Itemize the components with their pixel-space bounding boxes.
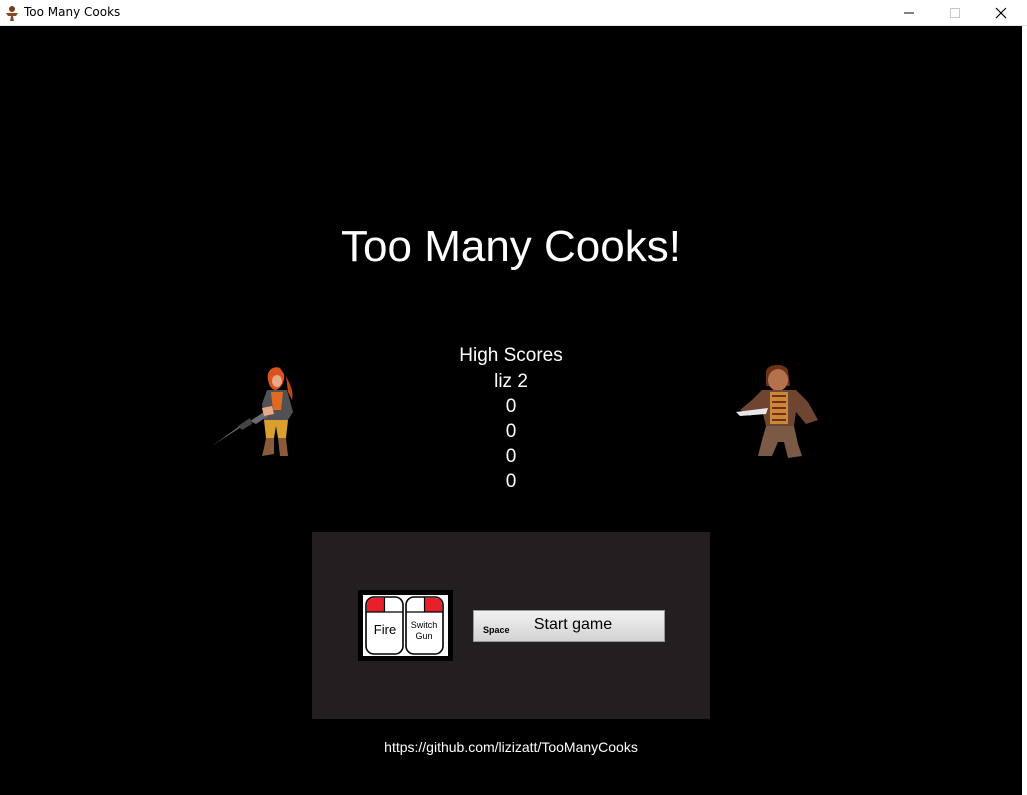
high-scores: High Scores liz 2 0 0 0 0 bbox=[411, 344, 611, 495]
fire-label: Fire bbox=[374, 622, 396, 637]
close-button[interactable] bbox=[978, 0, 1024, 26]
controls-panel: Fire Switch Gun Space Start game bbox=[312, 532, 710, 719]
game-title: Too Many Cooks! bbox=[341, 222, 681, 271]
game-screen: Too Many Cooks! High Scores liz 2 0 0 0 … bbox=[0, 26, 1027, 795]
minimize-button[interactable] bbox=[886, 0, 932, 26]
score-entry: 0 bbox=[505, 421, 517, 442]
github-link[interactable]: https://github.com/lizizatt/TooManyCooks bbox=[0, 739, 1022, 755]
high-scores-heading: High Scores bbox=[459, 345, 563, 366]
minimize-icon bbox=[904, 12, 914, 14]
window-edge bbox=[1022, 26, 1027, 795]
mouse-controls-card: Fire Switch Gun bbox=[358, 590, 453, 661]
maximize-button[interactable] bbox=[932, 0, 978, 26]
score-entry: 0 bbox=[505, 446, 517, 467]
player-gunner-sprite bbox=[212, 367, 293, 456]
cook-app-icon bbox=[6, 6, 18, 21]
maximize-icon bbox=[950, 8, 960, 18]
start-game-label: Start game bbox=[533, 616, 613, 633]
window-titlebar: Too Many Cooks bbox=[0, 0, 1027, 26]
score-entry: 0 bbox=[505, 471, 517, 492]
score-entry: 0 bbox=[505, 396, 517, 417]
window-title: Too Many Cooks bbox=[24, 5, 121, 19]
close-icon bbox=[995, 7, 1007, 19]
cook-enemy-sprite bbox=[736, 364, 818, 458]
start-game-button[interactable]: Space Start game bbox=[473, 610, 665, 642]
score-entry: liz 2 bbox=[494, 371, 528, 392]
